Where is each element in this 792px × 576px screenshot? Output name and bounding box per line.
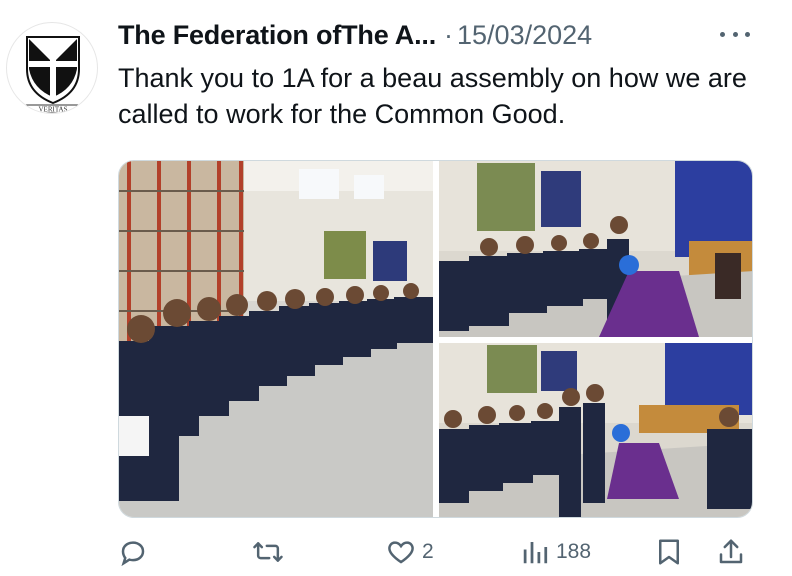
like-count: 2 [422,540,434,563]
tweet-text: Thank you to 1A for a beau assembly on h… [118,63,747,129]
tweet-actions: 2 188 [118,532,750,572]
share-icon [719,539,743,564]
author-name[interactable]: The Federation ofThe A... [118,20,436,51]
retweet-button[interactable] [252,532,290,572]
photo-assembly-hall[interactable] [119,161,433,517]
like-button[interactable]: 2 [386,532,434,572]
share-button[interactable] [716,532,746,572]
tweet-date[interactable]: 15/03/2024 [457,20,592,51]
bookmark-button[interactable] [654,532,684,572]
avatar[interactable]: VERITAS [6,22,98,114]
header-separator: · [444,19,454,50]
reply-button[interactable] [118,532,154,572]
more-icon[interactable] [720,24,750,44]
photo-children-stage-top[interactable] [439,161,752,337]
tweet-header: The Federation ofThe A... · 15/03/2024 [118,16,752,54]
reply-icon [121,541,145,567]
views-icon [523,542,548,564]
heart-icon [388,541,414,564]
school-crest-logo: VERITAS [20,36,86,114]
photo-children-stage-bottom[interactable] [439,343,752,517]
views-button[interactable]: 188 [520,532,591,572]
views-count: 188 [556,540,592,563]
retweet-icon [253,542,283,562]
media-grid [118,160,753,518]
bookmark-icon [659,539,679,565]
motto-text: VERITAS [39,106,68,114]
